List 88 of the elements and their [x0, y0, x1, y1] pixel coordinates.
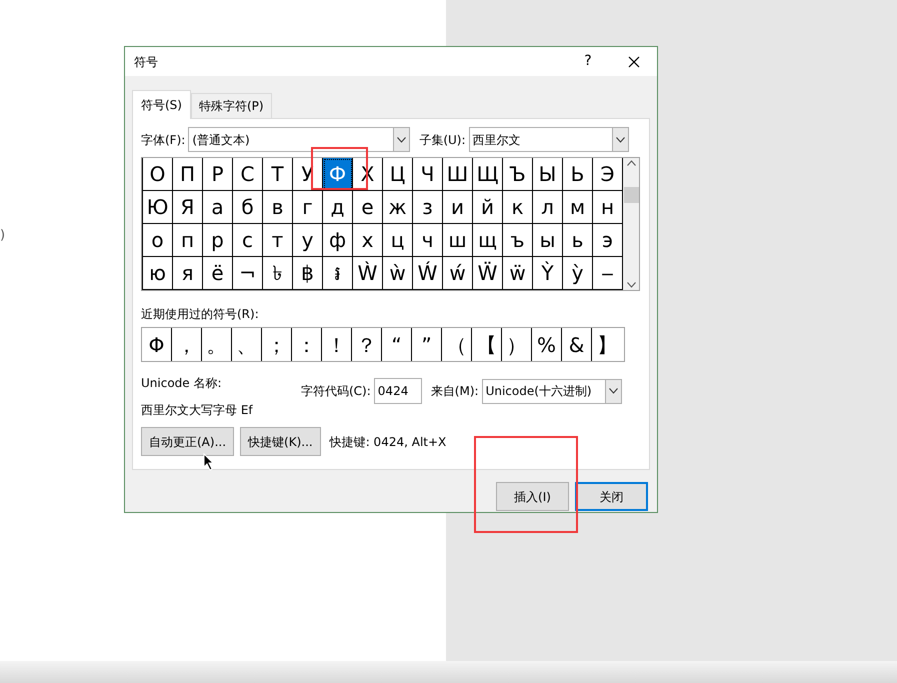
- dialog-button[interactable]: 自动更正(A)...: [141, 427, 234, 456]
- help-button[interactable]: ?: [565, 47, 611, 76]
- symbol-cell[interactable]: х: [353, 224, 383, 257]
- dialog-button[interactable]: 快捷键(K)...: [240, 427, 321, 456]
- symbol-cell[interactable]: б: [233, 191, 263, 224]
- scrollbar[interactable]: [623, 158, 639, 290]
- symbol-cell[interactable]: ь: [563, 224, 593, 257]
- symbol-cell[interactable]: е: [353, 191, 383, 224]
- window-title: 符号: [134, 54, 159, 70]
- from-label: 来自(M):: [430, 383, 479, 400]
- symbol-cell[interactable]: Т: [263, 158, 293, 191]
- symbol-cell[interactable]: О: [143, 158, 173, 191]
- symbol-cell[interactable]: ч: [413, 224, 443, 257]
- symbol-cell[interactable]: Ẅ: [473, 257, 503, 290]
- symbol-cell[interactable]: з: [413, 191, 443, 224]
- scroll-down-icon: [626, 282, 636, 288]
- unicode-name-value: 西里尔文大写字母 Ef: [141, 402, 254, 419]
- symbol-cell[interactable]: л: [533, 191, 563, 224]
- symbol-cell[interactable]: ỳ: [563, 257, 593, 290]
- symbol-cell[interactable]: к: [503, 191, 533, 224]
- recent-symbol[interactable]: 】: [592, 328, 622, 361]
- symbol-cell[interactable]: Ъ: [503, 158, 533, 191]
- dialog-button[interactable]: 插入(I): [496, 482, 569, 511]
- symbol-cell[interactable]: ẁ: [383, 257, 413, 290]
- symbol-cell[interactable]: ю: [143, 257, 173, 290]
- symbol-cell[interactable]: ф: [323, 224, 353, 257]
- font-dropdown[interactable]: (普通文本): [188, 127, 410, 152]
- symbol-cell[interactable]: у: [293, 224, 323, 257]
- symbol-cell[interactable]: ш: [443, 224, 473, 257]
- symbol-cell[interactable]: Ш: [443, 158, 473, 191]
- chevron-icon: [616, 136, 625, 142]
- chevron-icon: [608, 388, 618, 394]
- symbol-cell[interactable]: Щ: [473, 158, 503, 191]
- symbol-cell[interactable]: щ: [473, 224, 503, 257]
- symbol-cell[interactable]: ¬: [233, 257, 263, 290]
- symbol-cell[interactable]: ц: [383, 224, 413, 257]
- symbol-cell[interactable]: г: [293, 191, 323, 224]
- symbol-cell[interactable]: и: [443, 191, 473, 224]
- from-dropdown[interactable]: Unicode(十六进制): [482, 378, 622, 404]
- symbol-cell[interactable]: Ф: [323, 158, 353, 191]
- symbol-cell[interactable]: П: [173, 158, 203, 191]
- symbol-cell[interactable]: м: [563, 191, 593, 224]
- symbol-cell[interactable]: ы: [533, 224, 563, 257]
- unicode-name-label: Unicode 名称:: [141, 375, 223, 392]
- subset-dropdown[interactable]: 西里尔文: [468, 127, 629, 152]
- symbol-cell[interactable]: й: [473, 191, 503, 224]
- symbol-cell[interactable]: ฿: [293, 257, 323, 290]
- dialog-button[interactable]: 关闭: [575, 482, 648, 511]
- symbol-cell[interactable]: ৳: [263, 257, 293, 290]
- symbol-cell[interactable]: т: [263, 224, 293, 257]
- symbol-cell[interactable]: ё: [203, 257, 233, 290]
- symbol-cell[interactable]: а: [203, 191, 233, 224]
- symbol-cell[interactable]: ъ: [503, 224, 533, 257]
- symbol-cell[interactable]: Ỳ: [533, 257, 563, 290]
- recent-symbols-label: 近期使用过的符号(R):: [141, 306, 260, 323]
- symbol-cell[interactable]: с: [233, 224, 263, 257]
- subset-label: 子集(U):: [419, 132, 466, 148]
- symbol-cell[interactable]: ៛: [323, 257, 353, 290]
- close-icon: [628, 56, 640, 68]
- scroll-up-icon: [626, 160, 636, 166]
- tab[interactable]: 特殊字符(P): [190, 93, 272, 118]
- char-code-field[interactable]: 0424: [374, 378, 422, 404]
- symbol-cell[interactable]: п: [173, 224, 203, 257]
- symbol-cell[interactable]: Ẃ: [413, 257, 443, 290]
- symbol-cell[interactable]: Ы: [533, 158, 563, 191]
- symbol-cell[interactable]: Ẁ: [353, 257, 383, 290]
- font-label: 字体(F):: [141, 132, 186, 148]
- symbol-cell[interactable]: д: [323, 191, 353, 224]
- symbol-cell[interactable]: Ь: [563, 158, 593, 191]
- symbol-cell[interactable]: С: [233, 158, 263, 191]
- symbol-cell[interactable]: в: [263, 191, 293, 224]
- symbol-cell[interactable]: Ц: [383, 158, 413, 191]
- symbol-cell[interactable]: Ч: [413, 158, 443, 191]
- symbol-cell[interactable]: ẃ: [443, 257, 473, 290]
- symbol-cell[interactable]: ж: [383, 191, 413, 224]
- page-text: ): [0, 227, 6, 245]
- tab[interactable]: 符号(S): [132, 90, 191, 119]
- symbol-cell[interactable]: Р: [203, 158, 233, 191]
- shortcut-text: 快捷键: 0424, Alt+X: [330, 434, 446, 450]
- scroll-thumb[interactable]: [624, 187, 638, 203]
- symbol-cell[interactable]: о: [143, 224, 173, 257]
- symbol-cell[interactable]: Ю: [143, 191, 173, 224]
- symbol-cell[interactable]: р: [203, 224, 233, 257]
- chevron-icon: [397, 136, 406, 142]
- symbol-cell[interactable]: я: [173, 257, 203, 290]
- symbol-cell[interactable]: Я: [173, 191, 203, 224]
- char-code-label: 字符代码(C):: [301, 383, 371, 400]
- symbol-cell[interactable]: ẅ: [503, 257, 533, 290]
